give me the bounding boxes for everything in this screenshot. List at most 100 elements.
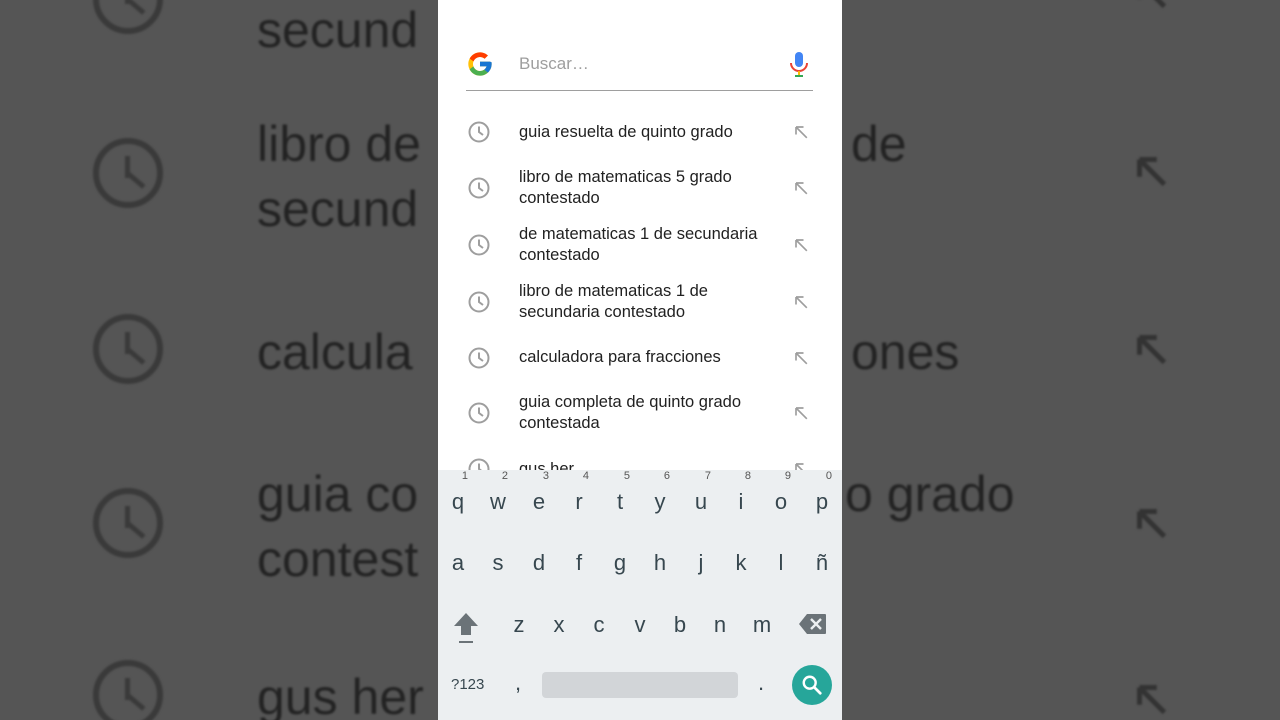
bg-text: guia co: [257, 466, 419, 522]
key-label: e: [532, 489, 546, 514]
history-clock-icon: [468, 402, 490, 424]
suggestion-text: calculadora para fracciones: [519, 348, 721, 366]
suggestion-item[interactable]: guia completa de quinto grado contestada: [438, 385, 842, 441]
suggestion-text: guia resuelta de quinto grado: [519, 122, 733, 141]
key-hint: 5: [623, 470, 630, 482]
arrow-up-left-icon[interactable]: [791, 235, 811, 255]
key-b[interactable]: b: [668, 612, 692, 638]
key-label: y: [654, 489, 666, 514]
key-hint: 4: [582, 470, 589, 482]
history-clock-icon: [93, 0, 163, 34]
key-label: q: [451, 489, 465, 514]
key-label: r: [575, 489, 583, 514]
arrow-up-left-icon[interactable]: [791, 459, 811, 470]
bg-text: secund: [257, 2, 419, 58]
history-clock-icon: [468, 121, 490, 143]
arrow-up-left-icon: [1128, 676, 1174, 720]
suggestion-item[interactable]: libro de matematicas 5 grado contestado: [438, 160, 842, 216]
key-hint: 9: [784, 470, 791, 482]
key-e[interactable]: 3e: [527, 470, 551, 515]
microphone-icon[interactable]: [788, 52, 810, 78]
arrow-up-left-icon[interactable]: [791, 348, 811, 368]
key-p[interactable]: 0p: [810, 470, 834, 515]
arrow-up-left-icon[interactable]: [791, 292, 811, 312]
key-k[interactable]: k: [729, 550, 753, 576]
suggestion-item[interactable]: calculadora para fracciones: [438, 330, 842, 385]
key-f[interactable]: f: [567, 550, 591, 576]
key-d[interactable]: d: [527, 550, 551, 576]
key-u[interactable]: 7u: [689, 470, 713, 515]
arrow-up-left-icon[interactable]: [791, 403, 811, 423]
key-hint: 0: [825, 470, 832, 482]
key-x[interactable]: x: [547, 612, 571, 638]
backspace-icon[interactable]: [799, 613, 827, 635]
key-label: i: [738, 489, 744, 514]
key-h[interactable]: h: [648, 550, 672, 576]
key-o[interactable]: 9o: [769, 470, 793, 515]
key-w[interactable]: 2w: [486, 470, 510, 515]
phone-screen: guia resuelta de quinto grado libro de m…: [438, 0, 842, 720]
suggestion-item[interactable]: guia resuelta de quinto grado: [438, 104, 842, 160]
key-q[interactable]: 1q: [446, 470, 470, 515]
history-clock-icon: [93, 660, 163, 720]
bg-text: contest: [257, 531, 419, 587]
key-label: u: [694, 489, 708, 514]
key-a[interactable]: a: [446, 550, 470, 576]
key-s[interactable]: s: [486, 550, 510, 576]
arrow-up-left-icon: [1128, 326, 1174, 372]
key-t[interactable]: 5t: [608, 470, 632, 515]
suggestion-item[interactable]: libro de matematicas 1 de secundaria con…: [438, 273, 842, 330]
key-hint: 3: [542, 470, 549, 482]
google-g-icon: [468, 52, 492, 76]
history-clock-icon: [468, 347, 490, 368]
key-l[interactable]: l: [769, 550, 793, 576]
key-m[interactable]: m: [749, 612, 775, 638]
key-n[interactable]: n: [708, 612, 732, 638]
history-clock-icon: [468, 458, 490, 470]
key-hint: 1: [461, 470, 468, 482]
search-bar: [466, 40, 813, 91]
bg-text: gus her: [257, 669, 424, 720]
keyboard-search-button[interactable]: [792, 665, 832, 705]
comma-key[interactable]: ,: [510, 670, 526, 696]
soft-keyboard: 1q 2w 3e 4r 5t 6y 7u 8i 9o 0p a s d f g …: [438, 470, 842, 720]
key-label: o: [774, 489, 788, 514]
key-v[interactable]: v: [628, 612, 652, 638]
key-j[interactable]: j: [689, 550, 713, 576]
history-clock-icon: [468, 177, 490, 199]
suggestion-item[interactable]: de matematicas 1 de secundaria contestad…: [438, 216, 842, 273]
period-key[interactable]: .: [753, 670, 769, 696]
symbols-key[interactable]: ?123: [451, 676, 484, 693]
shift-icon[interactable]: [452, 610, 480, 646]
bg-text: ones: [851, 324, 960, 380]
space-key[interactable]: [542, 672, 738, 698]
key-hint: 7: [704, 470, 711, 482]
bg-text: calcula: [257, 324, 413, 380]
bg-text: libro de: [257, 116, 421, 172]
key-hint: 8: [744, 470, 751, 482]
suggestion-list: guia resuelta de quinto grado libro de m…: [438, 104, 842, 470]
key-g[interactable]: g: [608, 550, 632, 576]
suggestion-item[interactable]: gus her: [438, 441, 842, 470]
suggestion-text: libro de matematicas 1 de secundaria con…: [519, 281, 708, 321]
key-label: w: [490, 489, 506, 514]
arrow-up-left-icon: [1128, 148, 1174, 194]
key-hint: 2: [501, 470, 508, 482]
bg-text: o grado: [845, 466, 1015, 522]
key-z[interactable]: z: [507, 612, 531, 638]
key-label: t: [616, 489, 624, 514]
suggestion-text: libro de matematicas 5 grado contestado: [519, 168, 732, 207]
arrow-up-left-icon: [1128, 0, 1174, 16]
key-n-tilde[interactable]: ñ: [810, 550, 834, 576]
suggestion-text: de matematicas 1 de secundaria contestad…: [519, 224, 758, 264]
key-label: p: [815, 489, 829, 514]
key-c[interactable]: c: [587, 612, 611, 638]
suggestion-text: guia completa de quinto grado contestada: [519, 393, 741, 432]
key-r[interactable]: 4r: [567, 470, 591, 515]
key-y[interactable]: 6y: [648, 470, 672, 515]
key-hint: 6: [663, 470, 670, 482]
arrow-up-left-icon[interactable]: [791, 178, 811, 198]
search-input[interactable]: [519, 52, 779, 76]
arrow-up-left-icon[interactable]: [791, 122, 811, 142]
key-i[interactable]: 8i: [729, 470, 753, 515]
